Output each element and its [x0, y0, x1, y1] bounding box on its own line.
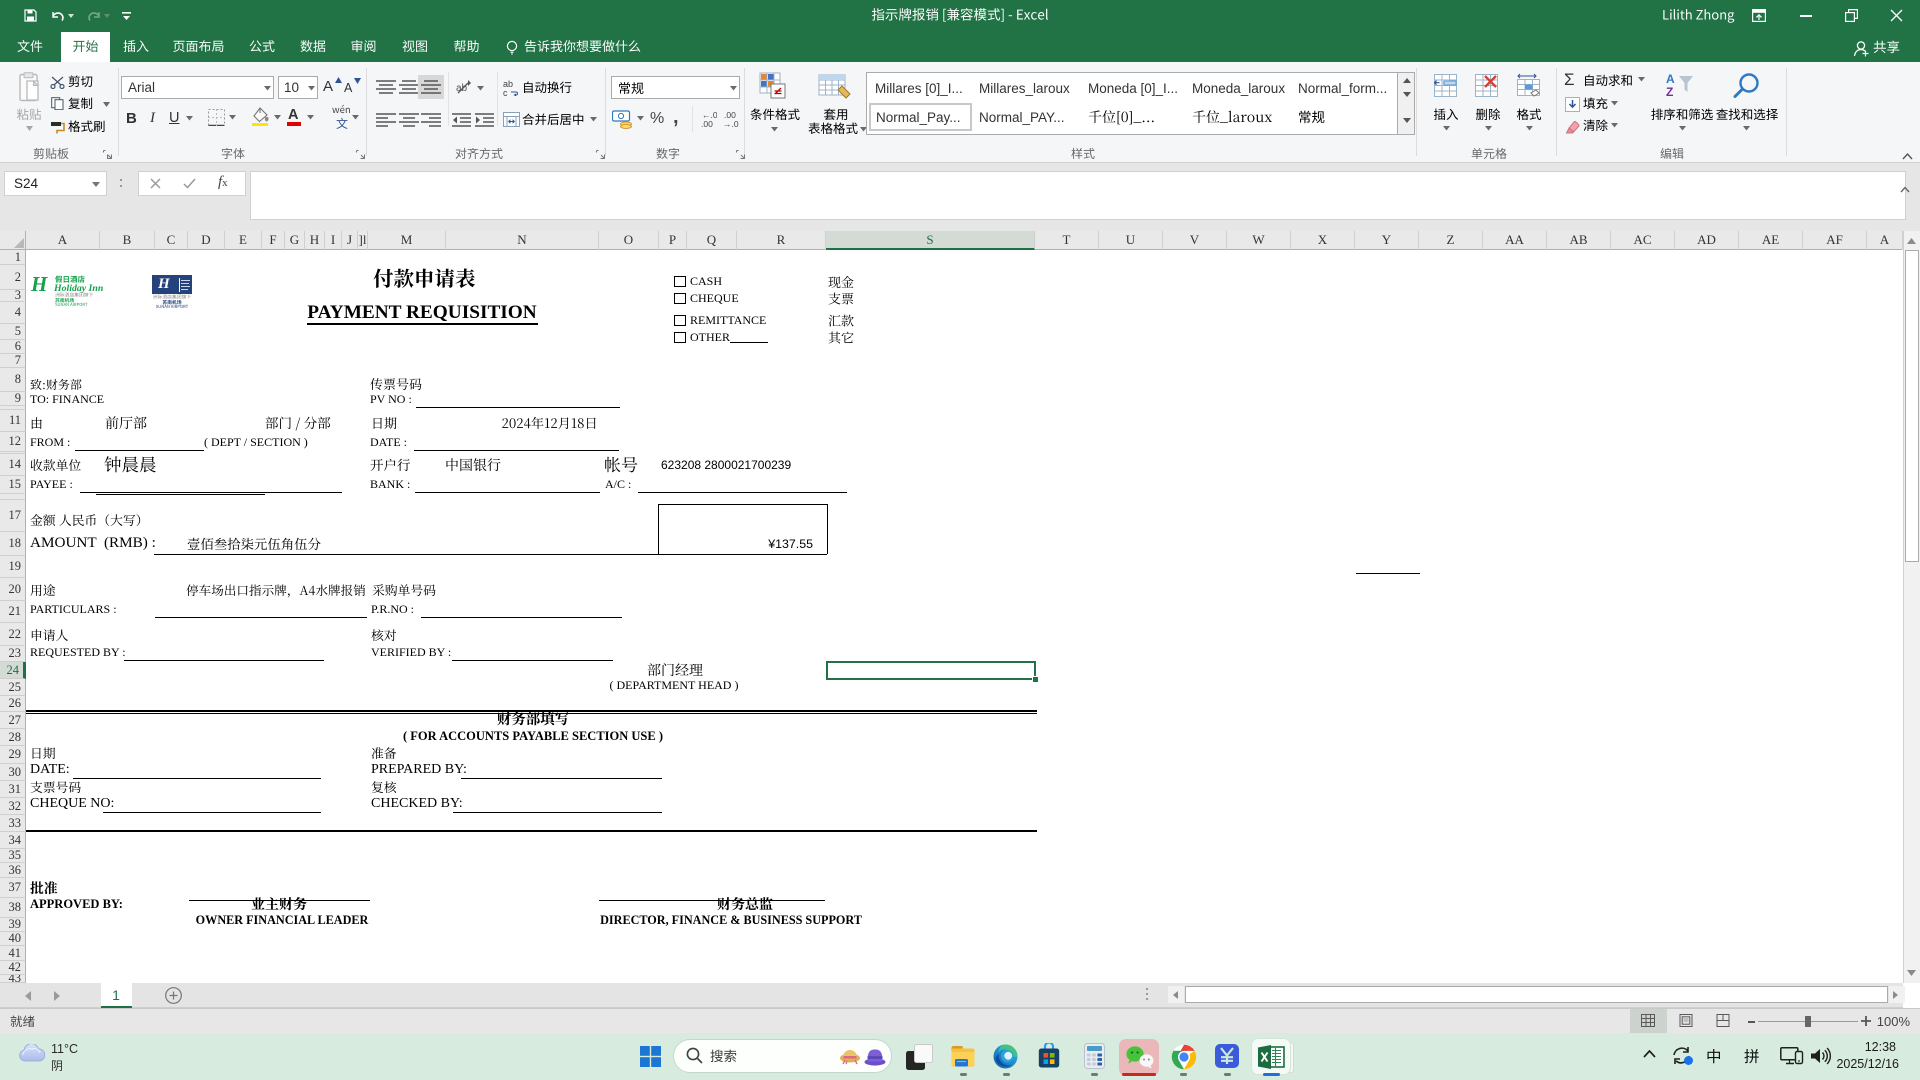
svg-text:c: c: [503, 88, 508, 96]
svg-text:.00: .00: [701, 119, 713, 129]
svg-text:ab: ab: [456, 83, 468, 94]
svg-text:→.0: →.0: [723, 119, 739, 129]
